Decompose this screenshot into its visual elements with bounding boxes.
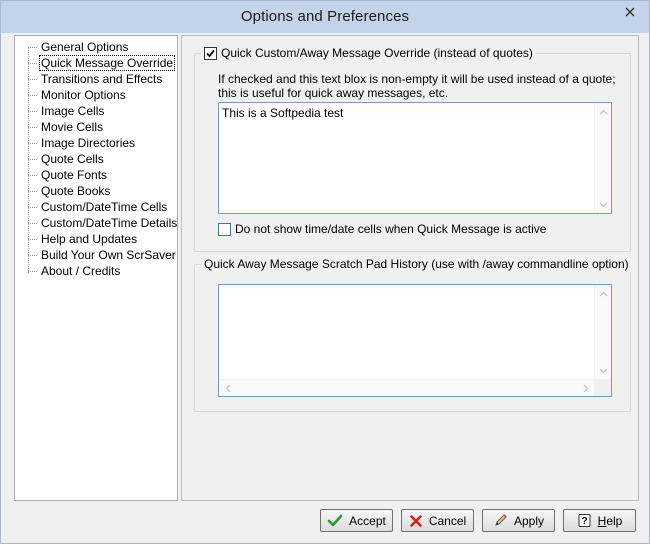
tree-item-label: Quote Fonts (41, 168, 108, 182)
tree-branch (28, 271, 37, 273)
tree-branch (28, 95, 37, 97)
quick-message-textarea[interactable]: This is a Softpedia test (218, 102, 612, 214)
quick-message-checkbox-label: Quick Custom/Away Message Override (inst… (221, 46, 533, 60)
tree-item-label: Transitions and Effects (41, 72, 163, 86)
options-window: Options and Preferences General Options Q… (0, 0, 650, 544)
tree-item[interactable]: Transitions and Effects (28, 71, 164, 87)
tree-branch (28, 255, 37, 257)
tree-branch (28, 159, 37, 161)
scratch-pad-group: Quick Away Message Scratch Pad History (… (194, 256, 632, 412)
tree-item[interactable]: Quote Cells (28, 151, 106, 167)
checkmark-icon (206, 49, 215, 57)
tree-item[interactable]: Monitor Options (28, 87, 128, 103)
hide-time-date-checkbox[interactable] (218, 222, 231, 236)
tree-item[interactable]: Custom/DateTime Details (28, 215, 179, 231)
quick-message-override-option[interactable]: Quick Custom/Away Message Override (inst… (201, 45, 536, 61)
tree-branch (28, 47, 37, 49)
close-icon (625, 7, 635, 17)
tree-item[interactable]: Image Cells (28, 103, 106, 119)
tree-item-label: Custom/DateTime Details (41, 216, 178, 230)
checkmark-icon (327, 514, 343, 526)
hide-time-date-label: Do not show time/date cells when Quick M… (235, 222, 547, 236)
quick-message-text: This is a Softpedia test (222, 106, 344, 120)
scratch-pad-vscrollbar[interactable] (594, 285, 611, 379)
scroll-up-icon[interactable] (595, 103, 612, 120)
tree-branch (28, 191, 37, 193)
cancel-button[interactable]: Cancel (401, 509, 474, 532)
tree-item-label: Quote Books (41, 184, 111, 198)
hide-time-date-option[interactable]: Do not show time/date cells when Quick M… (218, 222, 546, 236)
scroll-left-icon[interactable] (219, 380, 236, 397)
tree-branch (28, 127, 37, 129)
help-button[interactable]: ? Help (563, 509, 636, 532)
tree-item[interactable]: Quote Books (28, 183, 112, 199)
tree-item-label: Image Cells (41, 104, 105, 118)
scroll-up-icon[interactable] (595, 285, 612, 302)
scratch-pad-textarea[interactable] (218, 284, 612, 397)
quick-message-checkbox[interactable] (204, 46, 217, 60)
tree-item-label: Custom/DateTime Cells (41, 200, 168, 214)
scratch-pad-title: Quick Away Message Scratch Pad History (… (201, 256, 632, 272)
tree-item[interactable]: Custom/DateTime Cells (28, 199, 169, 215)
tree-item[interactable]: About / Credits (28, 263, 122, 279)
tree-branch (28, 111, 37, 113)
tree-branch (28, 79, 37, 81)
title-bar[interactable]: Options and Preferences (1, 1, 649, 33)
tree-item-label: Help and Updates (41, 232, 138, 246)
options-tree: General Options Quick Message Override Tra… (14, 35, 178, 501)
tree-item[interactable]: Build Your Own ScrSaver (28, 247, 178, 263)
tree-branch (28, 239, 37, 241)
tree-item[interactable]: Quick Message Override (28, 55, 176, 71)
svg-text:?: ? (581, 516, 587, 527)
scratch-pad-hscrollbar[interactable] (219, 379, 594, 396)
accept-label: Accept (349, 513, 386, 528)
tree-item[interactable]: General Options (28, 39, 130, 55)
tree-item-label: About / Credits (41, 264, 121, 278)
scroll-down-icon[interactable] (595, 362, 612, 379)
tree-branch (28, 143, 37, 145)
scrollbar-corner (594, 379, 611, 396)
scroll-down-icon[interactable] (595, 196, 612, 213)
tree-branch (28, 223, 37, 225)
help-book-icon: ? (578, 514, 591, 527)
apply-label: Apply (513, 513, 545, 528)
scroll-right-icon[interactable] (577, 380, 594, 397)
tree-branch (28, 207, 37, 209)
apply-button[interactable]: Apply (482, 509, 555, 532)
tree-item-label: Monitor Options (41, 88, 126, 102)
accept-button[interactable]: Accept (320, 509, 393, 532)
help-label: Help (597, 513, 623, 528)
tree-item[interactable]: Quote Fonts (28, 167, 109, 183)
close-button[interactable] (615, 1, 645, 23)
pencil-icon (495, 514, 507, 526)
tree-item-label: Quick Message Override (39, 55, 176, 71)
cancel-x-icon (410, 514, 422, 527)
window-title: Options and Preferences (240, 8, 410, 25)
quick-message-description: If checked and this text blox is non-emp… (218, 72, 616, 100)
tree-item-label: Build Your Own ScrSaver (41, 248, 176, 262)
options-panel: Quick Custom/Away Message Override (inst… (181, 35, 639, 501)
tree-item-label: Movie Cells (41, 120, 104, 134)
tree-item[interactable]: Image Directories (28, 135, 137, 151)
tree-item-label: General Options (41, 40, 129, 54)
tree-branch (28, 175, 37, 177)
tree-item-label: Image Directories (41, 136, 136, 150)
tree-branch (28, 63, 37, 65)
tree-item[interactable]: Movie Cells (28, 119, 105, 135)
quick-message-group: Quick Custom/Away Message Override (inst… (194, 45, 631, 252)
cancel-label: Cancel (428, 513, 467, 528)
quick-message-vscrollbar[interactable] (594, 103, 611, 213)
tree-item-label: Quote Cells (41, 152, 104, 166)
tree-item[interactable]: Help and Updates (28, 231, 139, 247)
